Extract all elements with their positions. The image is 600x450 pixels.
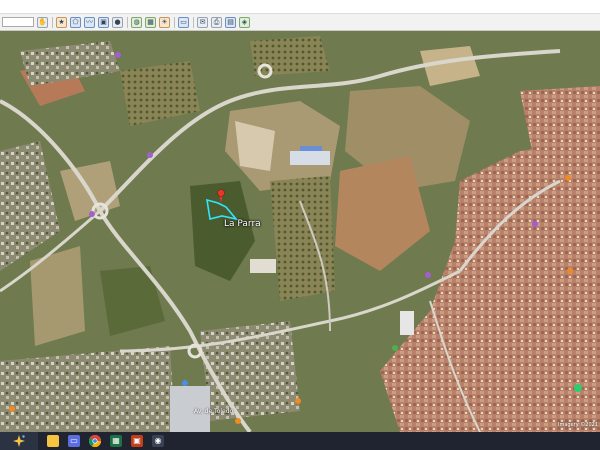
toolbar-divider (174, 16, 175, 28)
placemark-button[interactable]: ★ (56, 16, 67, 28)
window-titlebar (0, 0, 600, 14)
print-icon: ⎙ (213, 17, 220, 26)
toolbar-divider (127, 16, 128, 28)
imagery-credit: Imagery ©2021 (558, 422, 598, 428)
save-icon: ▤ (227, 17, 234, 26)
satellite-map-view[interactable]: La Parra Av. de Toledo Imagery ©2021 (0, 31, 600, 432)
overlay-button[interactable]: ▣ (98, 16, 109, 28)
sunlight-button[interactable]: ▦ (145, 16, 156, 28)
taskbar: ▭ ▦ ▣ ◉ (0, 432, 600, 450)
chrome-logo (89, 435, 101, 447)
olive-grove (250, 36, 330, 76)
poi-marker-icon[interactable] (235, 418, 241, 424)
view-in-maps-button[interactable]: ◈ (239, 16, 250, 28)
industrial-building (290, 151, 330, 165)
poi-marker-icon[interactable] (115, 52, 121, 58)
toolbar-divider (193, 16, 194, 28)
poi-marker-icon[interactable] (392, 345, 398, 351)
start-sparkle-icon (13, 435, 25, 447)
print-button[interactable]: ⎙ (211, 16, 222, 28)
street-label: Av. de Toledo (194, 408, 234, 415)
poi-marker-icon[interactable] (182, 380, 188, 386)
poi-marker-icon[interactable] (532, 221, 538, 227)
globe-icon: ◍ (133, 17, 140, 26)
poi-marker-icon[interactable] (565, 175, 571, 181)
planet-button[interactable]: ☀ (159, 16, 170, 28)
toolbar-divider (52, 16, 53, 28)
record-icon: ● (114, 17, 121, 26)
excel-icon[interactable]: ▦ (110, 435, 122, 447)
map-imagery (0, 31, 600, 432)
image-icon: ▦ (147, 17, 154, 26)
building (250, 259, 276, 273)
earth-icon[interactable]: ◉ (152, 435, 164, 447)
path-icon: 〰 (86, 17, 93, 26)
ruler-icon: ▭ (180, 17, 187, 26)
toolbar: ✋ ★ ⬠ 〰 ▣ ● ◍ ▦ ☀ ▭ ✉ ⎙ ▤ ◈ (0, 14, 600, 31)
save-image-button[interactable]: ▤ (225, 16, 236, 28)
chat-icon[interactable]: ▭ (68, 435, 80, 447)
historical-imagery-button[interactable]: ◍ (131, 16, 142, 28)
poi-marker-icon[interactable] (425, 272, 431, 278)
suburb (0, 346, 175, 432)
sun-icon: ☀ (161, 17, 168, 26)
poi-marker-icon[interactable] (295, 398, 301, 404)
chrome-icon[interactable] (89, 435, 101, 447)
poi-marker-icon[interactable] (574, 384, 582, 392)
hand-icon[interactable]: ✋ (37, 16, 48, 28)
start-button[interactable] (0, 432, 38, 450)
blue-roof (300, 146, 322, 151)
poi-marker-icon[interactable] (89, 211, 95, 217)
path-button[interactable]: 〰 (84, 16, 95, 28)
poi-marker-icon[interactable] (567, 268, 573, 274)
warehouse (400, 311, 414, 335)
search-input[interactable] (2, 17, 34, 27)
poi-marker-icon[interactable] (9, 406, 15, 412)
overlay-icon: ▣ (100, 17, 107, 26)
email-icon: ✉ (199, 17, 206, 26)
placemark-label[interactable]: La Parra (224, 220, 261, 229)
poi-marker-icon[interactable] (147, 152, 153, 158)
powerpoint-icon[interactable]: ▣ (131, 435, 143, 447)
tour-button[interactable]: ● (112, 16, 123, 28)
email-button[interactable]: ✉ (197, 16, 208, 28)
ruler-button[interactable]: ▭ (178, 16, 189, 28)
suburb (200, 321, 300, 421)
star-icon: ★ (58, 17, 65, 26)
polygon-button[interactable]: ⬠ (70, 16, 81, 28)
file-explorer-icon[interactable] (47, 435, 59, 447)
polygon-icon: ⬠ (72, 17, 79, 26)
maps-icon: ◈ (241, 17, 248, 26)
